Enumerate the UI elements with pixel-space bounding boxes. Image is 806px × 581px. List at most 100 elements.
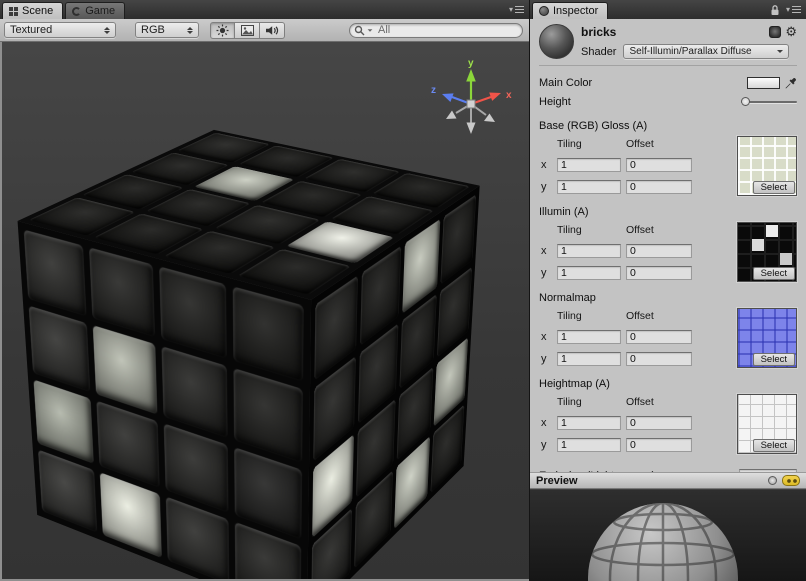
preview-area[interactable] — [530, 489, 806, 581]
lighting-toggle-button[interactable] — [210, 22, 235, 39]
main-color-row: Main Color — [539, 75, 797, 91]
heightmap-tiling-x-input[interactable] — [557, 416, 621, 430]
normalmap-offset-x-input[interactable] — [626, 330, 692, 344]
game-icon — [72, 7, 81, 16]
illumin-tiling-y-input[interactable] — [557, 266, 621, 280]
preview-header[interactable]: Preview — [530, 472, 806, 489]
base-tiling-y-input[interactable] — [557, 180, 621, 194]
base-offset-x-input[interactable] — [626, 158, 692, 172]
illumin-label: Illumin (A) — [539, 206, 797, 219]
search-icon — [354, 25, 365, 36]
audio-toggle-button[interactable] — [260, 22, 285, 39]
scene-viewport[interactable]: y x z — [0, 42, 529, 581]
skybox-toggle-button[interactable] — [235, 22, 260, 39]
axis-z-handle[interactable]: z — [431, 85, 471, 104]
base-gloss-section: Base (RGB) Gloss (A) Tiling Offset x y — [539, 120, 797, 196]
cube-tile — [159, 266, 227, 359]
offset-header: Offset — [626, 224, 692, 236]
preview-options-icon[interactable] — [782, 475, 800, 486]
base-tiling-x-input[interactable] — [557, 158, 621, 172]
shader-dropdown[interactable]: Self-Illumin/Parallax Diffuse — [623, 44, 789, 59]
textured-cube[interactable] — [124, 172, 403, 538]
speaker-icon — [265, 25, 279, 36]
inspector-icon — [539, 6, 549, 16]
offset-header: Offset — [626, 138, 692, 150]
gizmo-center-cube[interactable] — [467, 100, 475, 108]
axis-y-label: y — [468, 58, 474, 69]
main-color-swatch[interactable] — [747, 77, 780, 89]
heightmap-select-button[interactable]: Select — [753, 439, 795, 452]
x-axis-label: x — [541, 331, 552, 343]
eyedropper-icon[interactable] — [784, 77, 797, 90]
shader-label: Shader — [581, 46, 616, 58]
menu-lines-icon — [515, 6, 524, 13]
cube-tile — [89, 247, 154, 337]
cube-tile — [93, 325, 157, 414]
height-slider[interactable] — [741, 97, 797, 107]
illumin-tiling-x-input[interactable] — [557, 244, 621, 258]
base-offset-y-input[interactable] — [626, 180, 692, 194]
inspector-panel-menu-icon[interactable]: ▾ — [786, 5, 801, 14]
tiling-header: Tiling — [557, 224, 621, 236]
cube-tile — [29, 306, 91, 392]
tab-game[interactable]: Game — [65, 2, 125, 19]
normalmap-offset-y-input[interactable] — [626, 352, 692, 366]
heightmap-offset-y-input[interactable] — [626, 438, 692, 452]
scene-panel-menu-icon[interactable]: ▾ — [509, 5, 524, 14]
scene-search-input[interactable]: All — [349, 23, 523, 38]
normalmap-section: Normalmap Tiling Offset x y Selec — [539, 292, 797, 368]
emission-row: Emission (Lightmapper) — [539, 468, 797, 472]
illumin-offset-y-input[interactable] — [626, 266, 692, 280]
unity-editor-window: Scene Game ▾ Textured RGB — [0, 0, 806, 581]
axis-gizmo[interactable]: y x z — [429, 56, 517, 142]
material-name: bricks — [581, 25, 789, 39]
x-axis-label: x — [541, 417, 552, 429]
emission-label: Emission (Lightmapper) — [539, 470, 655, 472]
slider-thumb[interactable] — [741, 97, 750, 106]
tab-inspector-label: Inspector — [553, 5, 598, 17]
base-gloss-label: Base (RGB) Gloss (A) — [539, 120, 797, 133]
material-preview-icon[interactable] — [539, 24, 574, 59]
preview-mode-icon[interactable] — [768, 476, 777, 485]
normalmap-texture-thumbnail[interactable]: Select — [737, 308, 797, 368]
heightmap-offset-x-input[interactable] — [626, 416, 692, 430]
x-axis-label: x — [541, 159, 552, 171]
x-axis-label: x — [541, 245, 552, 257]
render-mode-dropdown[interactable]: Textured — [4, 22, 116, 38]
sun-icon — [216, 24, 229, 37]
illumin-texture-thumbnail[interactable]: Select — [737, 222, 797, 282]
heightmap-texture-thumbnail[interactable]: Select — [737, 394, 797, 454]
y-axis-label: y — [541, 267, 552, 279]
image-icon — [241, 25, 254, 36]
base-select-button[interactable]: Select — [753, 181, 795, 194]
y-axis-label: y — [541, 181, 552, 193]
axis-y-handle[interactable]: y — [466, 58, 476, 104]
axis-x-label: x — [506, 90, 512, 101]
tab-inspector[interactable]: Inspector — [532, 2, 608, 19]
gear-icon[interactable]: ⚙ — [785, 25, 797, 38]
normalmap-tiling-y-input[interactable] — [557, 352, 621, 366]
offset-header: Offset — [626, 310, 692, 322]
tab-scene[interactable]: Scene — [2, 2, 63, 19]
scene-grid-icon — [9, 7, 18, 16]
render-mode-value: Textured — [10, 24, 52, 36]
inspector-tab-bar: Inspector ▾ — [530, 0, 806, 19]
cube-tile — [24, 230, 87, 317]
illumin-select-button[interactable]: Select — [753, 267, 795, 280]
cube-tile — [233, 368, 303, 462]
axis-x-handle[interactable]: x — [471, 90, 512, 104]
base-gloss-texture-thumbnail[interactable]: Select — [737, 136, 797, 196]
color-channels-dropdown[interactable]: RGB — [135, 22, 199, 38]
heightmap-tiling-y-input[interactable] — [557, 438, 621, 452]
presets-icon[interactable] — [769, 26, 781, 38]
height-row: Height — [539, 94, 797, 110]
illumin-offset-x-input[interactable] — [626, 244, 692, 258]
color-channels-value: RGB — [141, 24, 165, 36]
normalmap-tiling-x-input[interactable] — [557, 330, 621, 344]
emission-input[interactable] — [739, 469, 797, 472]
normalmap-select-button[interactable]: Select — [753, 353, 795, 366]
lock-icon[interactable] — [770, 4, 780, 16]
scene-toggle-group — [210, 22, 285, 39]
shader-value: Self-Illumin/Parallax Diffuse — [629, 46, 751, 57]
scene-tab-bar: Scene Game ▾ — [0, 0, 529, 19]
